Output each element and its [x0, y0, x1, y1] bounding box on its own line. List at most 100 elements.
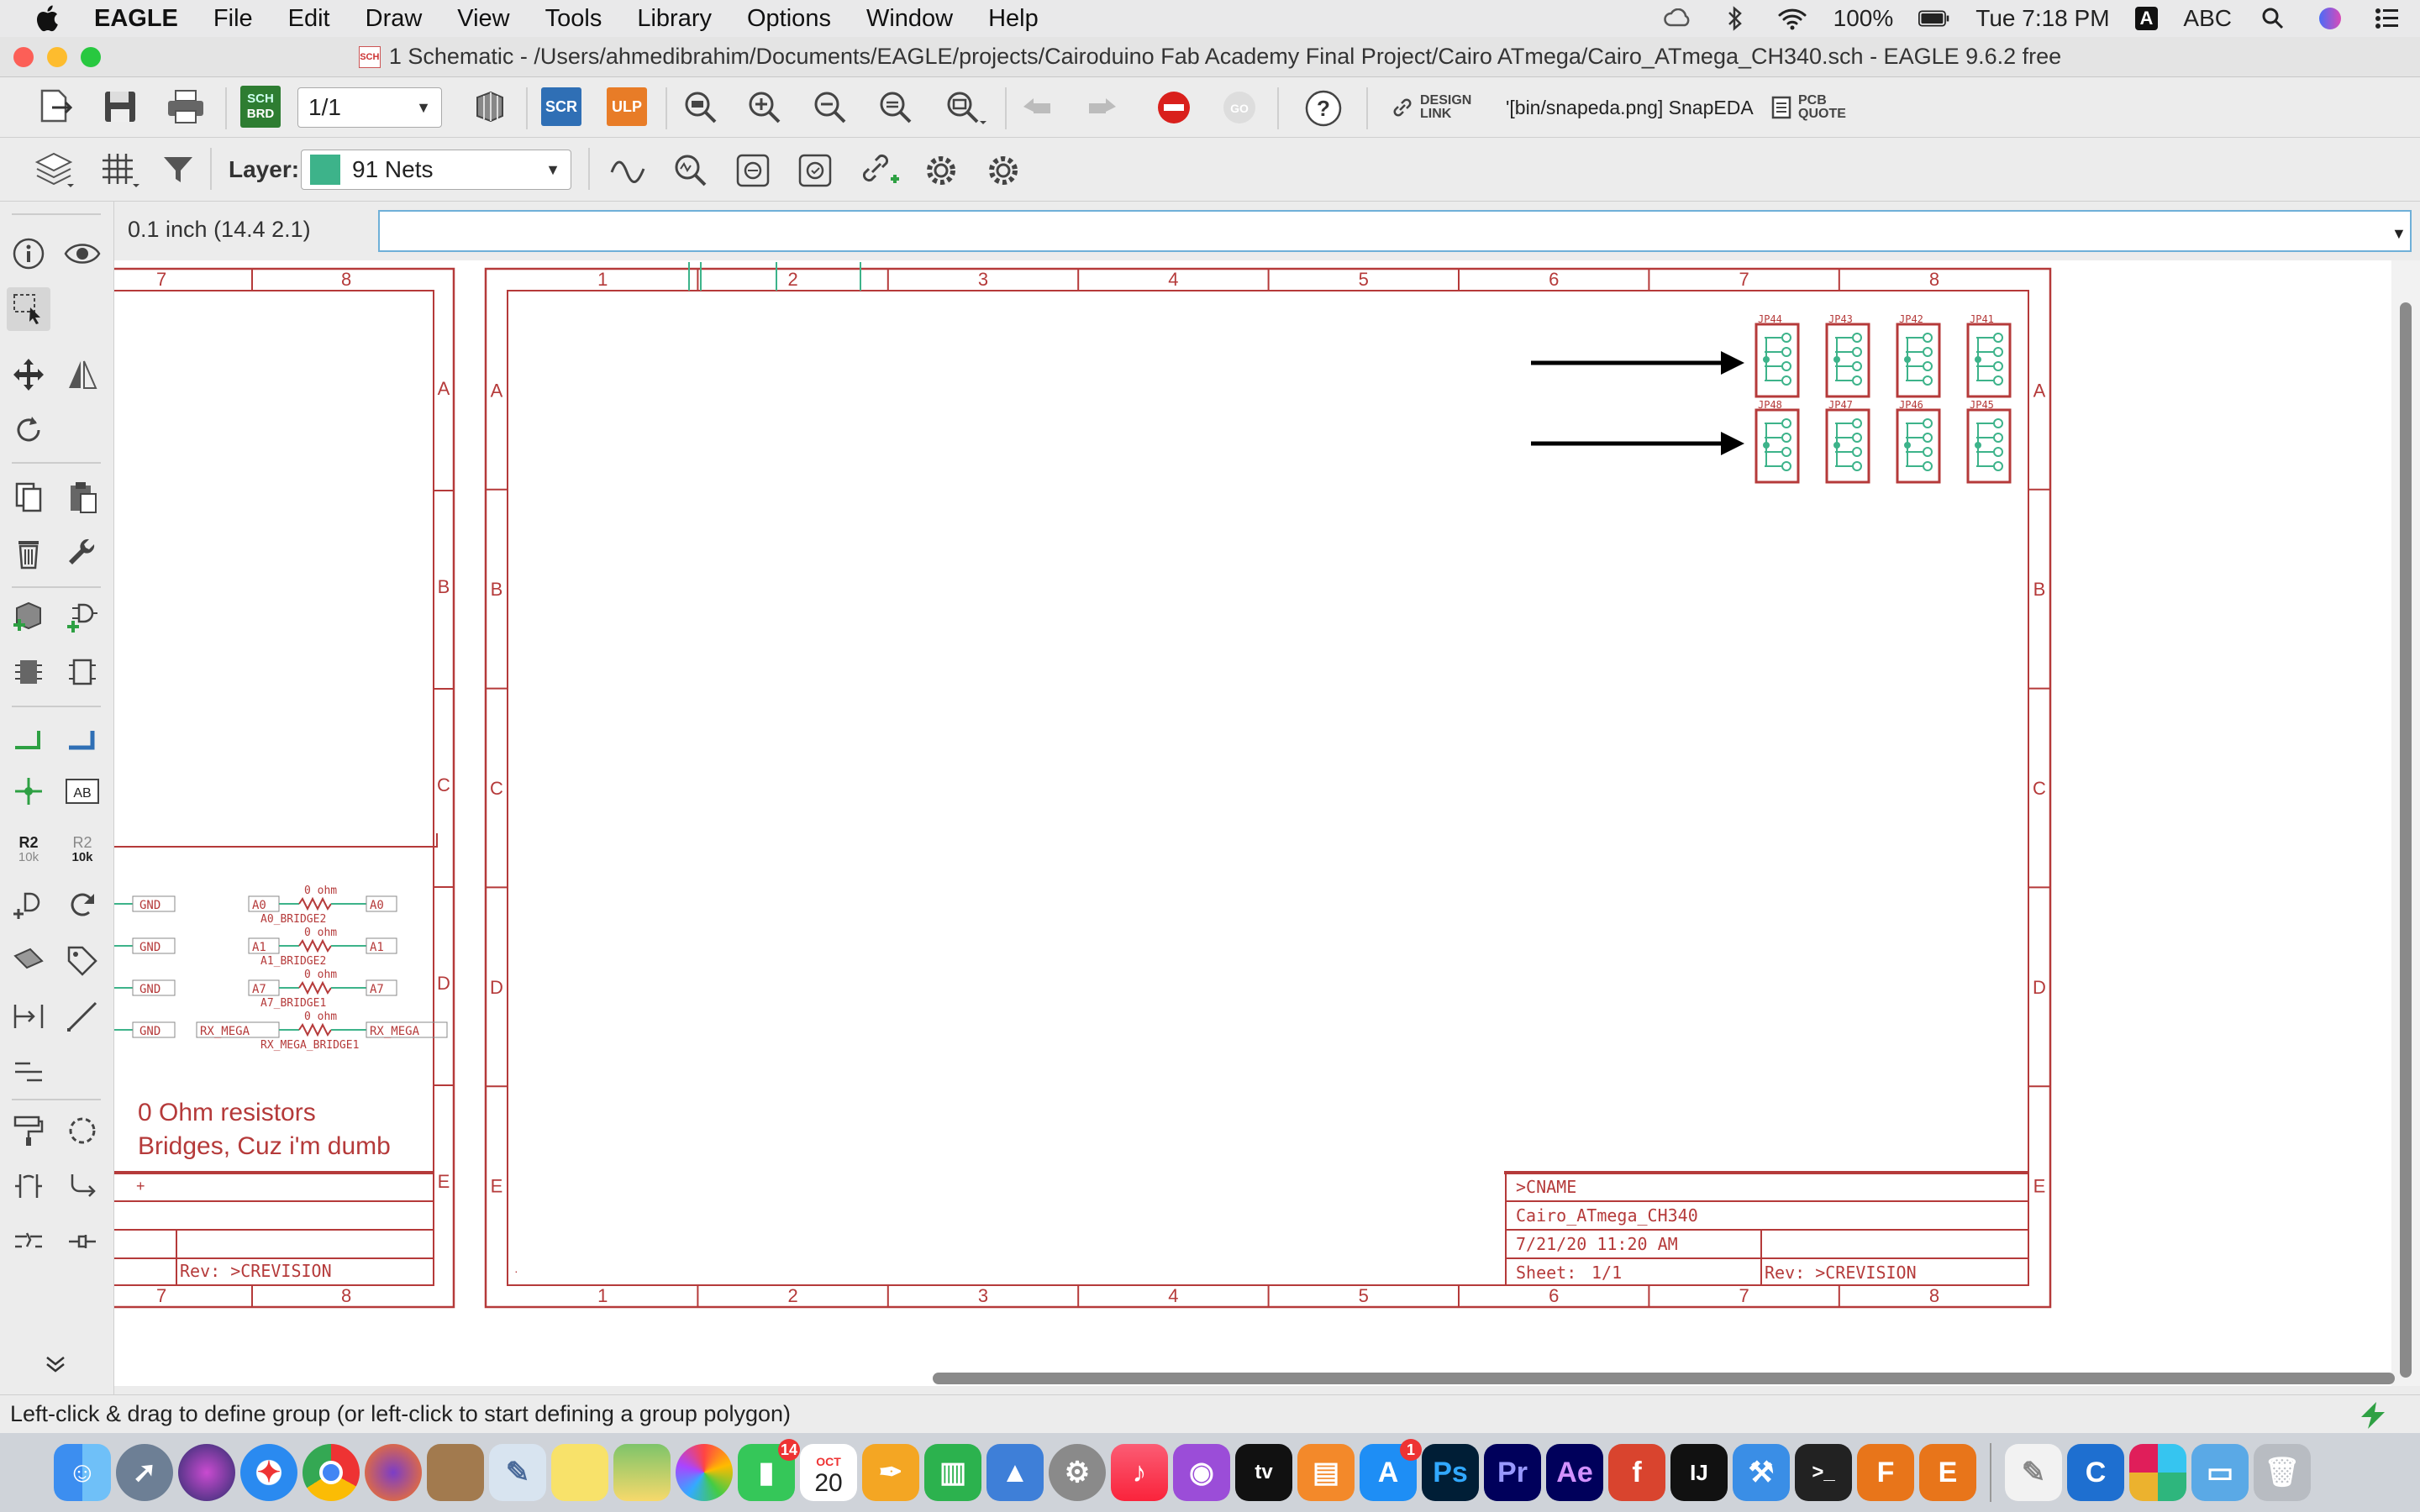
add-part-icon[interactable] [7, 595, 50, 638]
filter-icon[interactable] [156, 148, 200, 192]
go-icon[interactable]: GO [1218, 87, 1260, 128]
help-icon[interactable]: ? [1301, 86, 1346, 131]
info-icon[interactable] [7, 232, 50, 276]
menu-help[interactable]: Help [988, 5, 1039, 33]
pin-header[interactable]: JP42 [1896, 313, 1941, 398]
attribute-tag-icon[interactable] [60, 939, 104, 983]
vertical-scrollbar[interactable] [2391, 260, 2420, 1386]
split-icon[interactable] [7, 1050, 50, 1094]
bus-icon[interactable] [60, 717, 104, 761]
pin-header[interactable]: JP46 [1896, 399, 1941, 484]
run-ulp-button[interactable]: ULP [607, 87, 647, 126]
menu-view[interactable]: View [457, 5, 509, 33]
tv-icon[interactable]: tv [1235, 1444, 1292, 1501]
zoom-fit-icon[interactable] [679, 86, 723, 129]
facetime-icon[interactable]: ▮ 14 [738, 1439, 800, 1501]
group-select-icon[interactable] [7, 287, 50, 331]
label-icon[interactable]: AB [60, 769, 104, 813]
snapeda-button[interactable]: '[bin/snapeda.png] SnapEDA [1506, 89, 1758, 126]
drc-icon[interactable] [793, 150, 837, 192]
gear-icon[interactable] [981, 150, 1025, 192]
redo-icon[interactable] [1081, 87, 1123, 128]
erc-icon[interactable] [731, 150, 775, 192]
delete-icon[interactable] [7, 531, 50, 575]
gate-swap-icon[interactable] [60, 650, 104, 694]
close-window-button[interactable] [13, 47, 34, 67]
photos-icon[interactable] [676, 1444, 733, 1501]
command-input[interactable] [378, 210, 2412, 252]
smash-icon[interactable] [7, 884, 50, 927]
zoom-redraw-icon[interactable] [874, 86, 918, 129]
settings-gear-icon[interactable] [919, 150, 963, 192]
wifi-icon[interactable] [1776, 6, 1808, 31]
menu-file[interactable]: File [213, 5, 253, 33]
menu-window[interactable]: Window [866, 5, 953, 33]
layer-select[interactable]: 91 Nets ▼ [301, 150, 571, 190]
after-effects-icon[interactable]: Ae [1546, 1444, 1603, 1501]
siri-icon[interactable] [2314, 6, 2346, 31]
numbers-icon[interactable]: ▥ [924, 1444, 981, 1501]
window-title-bar[interactable]: SCH 1 Schematic - /Users/ahmedibrahim/Do… [0, 37, 2420, 77]
wire-bend-icon[interactable] [607, 150, 650, 192]
minimize-window-button[interactable] [47, 47, 67, 67]
bridge-resistor[interactable]: GND A10 ohmA1_BRIDGE2A1 [114, 927, 397, 968]
input-source-label[interactable]: ABC [2183, 5, 2232, 32]
pin-swap-icon[interactable] [7, 995, 50, 1038]
keynote-icon[interactable]: ▲ [986, 1444, 1044, 1501]
safari-icon[interactable]: ✦ [240, 1444, 297, 1501]
menu-draw[interactable]: Draw [366, 5, 423, 33]
miter-icon[interactable] [7, 939, 50, 983]
ripup-icon[interactable] [7, 1164, 50, 1208]
change-icon[interactable] [60, 884, 104, 927]
plug-icon[interactable] [60, 1220, 104, 1263]
zoom-out-icon[interactable] [808, 86, 852, 129]
eagle-icon[interactable]: E [1919, 1444, 1976, 1501]
chrome-icon[interactable] [302, 1444, 360, 1501]
slack-icon[interactable] [2129, 1444, 2186, 1501]
schematic-canvas[interactable]: 7 8 7 8 A B C D E + Rev: >CREVISION GND A… [114, 260, 2391, 1386]
inspect-icon[interactable] [669, 150, 713, 192]
calendar-icon[interactable]: OCT 20 [800, 1444, 857, 1501]
maps-icon[interactable] [613, 1444, 671, 1501]
notification-center-icon[interactable] [2371, 6, 2403, 31]
music-icon[interactable]: ♪ [1111, 1444, 1168, 1501]
menu-library[interactable]: Library [637, 5, 712, 33]
net-icon[interactable] [7, 717, 50, 761]
battery-icon[interactable] [1918, 6, 1950, 31]
stop-icon[interactable] [1153, 87, 1195, 128]
apple-icon[interactable] [34, 3, 64, 34]
siri-dock-icon[interactable] [178, 1444, 235, 1501]
system-preferences-icon[interactable]: ⚙ [1049, 1444, 1106, 1501]
paint-roller-icon[interactable] [7, 1109, 50, 1152]
cura-icon[interactable]: C [2067, 1444, 2124, 1501]
terminal-icon[interactable]: >_ [1795, 1444, 1852, 1501]
undo-icon[interactable] [1017, 87, 1059, 128]
show-eye-icon[interactable] [60, 232, 104, 276]
name-tool-button[interactable]: R2 10k [60, 828, 104, 872]
pin-header[interactable]: JP41 [1966, 313, 2012, 398]
grid-icon[interactable] [96, 148, 145, 192]
app-store-icon[interactable]: A1 [1360, 1439, 1422, 1501]
save-icon[interactable] [97, 84, 143, 129]
notes-doc-icon[interactable]: ✎ [2005, 1444, 2062, 1501]
pin-header[interactable]: JP43 [1825, 313, 1870, 398]
polygon-icon[interactable] [60, 1109, 104, 1152]
replace-icon[interactable] [7, 650, 50, 694]
pin-header[interactable]: JP48 [1754, 399, 1800, 484]
junction-icon[interactable] [7, 769, 50, 813]
add-gate-icon[interactable] [60, 595, 104, 638]
schematic-drawing[interactable]: 7 8 7 8 A B C D E + Rev: >CREVISION GND A… [114, 260, 2391, 1386]
menu-edit[interactable]: Edit [288, 5, 330, 33]
fusion-icon[interactable]: f [1608, 1444, 1665, 1501]
input-source-badge[interactable]: A [2134, 7, 2159, 30]
bridge-resistor[interactable]: GND RX_MEGA 0 ohm RX_MEGA_BRIDGE1 RX_MEGA [114, 1011, 448, 1052]
zoom-select-icon[interactable] [941, 86, 992, 129]
zoom-in-icon[interactable] [743, 86, 786, 129]
run-script-button[interactable]: SCR [541, 87, 581, 126]
premiere-icon[interactable]: Pr [1484, 1444, 1541, 1501]
print-icon[interactable] [163, 84, 208, 129]
optimize-icon[interactable] [7, 1220, 50, 1263]
open-file-icon[interactable] [34, 84, 79, 129]
copy-icon[interactable] [7, 475, 50, 519]
bridge-resistor[interactable]: GND A00 ohmA0_BRIDGE2A0 [114, 885, 397, 926]
